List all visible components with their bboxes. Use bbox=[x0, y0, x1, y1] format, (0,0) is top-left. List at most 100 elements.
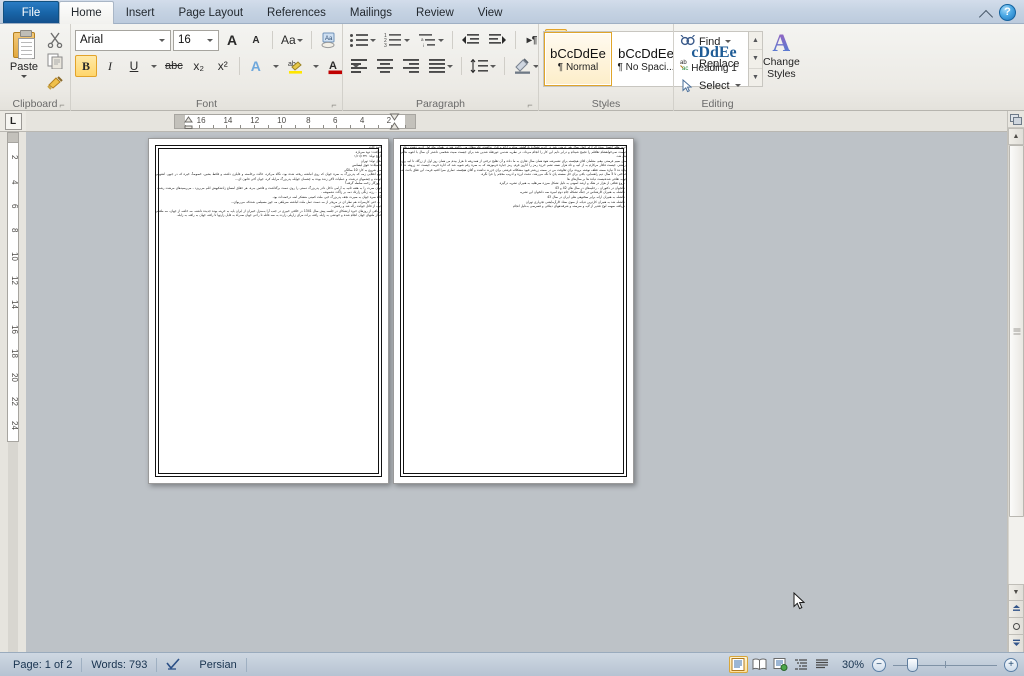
status-right: 30% − + bbox=[728, 656, 1020, 673]
tab-home[interactable]: Home bbox=[59, 1, 114, 24]
font-size-combo[interactable]: 16 bbox=[173, 29, 219, 51]
clipboard-dialog-launcher[interactable]: ⌐ bbox=[57, 100, 67, 110]
zoom-slider-handle[interactable] bbox=[907, 657, 918, 672]
font-name-combo[interactable]: Arial bbox=[75, 29, 171, 51]
page-1-text[interactable]: احمد حات شرافت: دوه سربازه تاریخ تولد: ۱/۱… bbox=[155, 145, 382, 477]
highlight-arrow[interactable] bbox=[309, 55, 322, 77]
ruler-tick-8: 8 bbox=[306, 116, 311, 125]
web-layout-view-button[interactable] bbox=[771, 656, 790, 673]
change-styles-button[interactable]: A Change Styles bbox=[763, 31, 800, 80]
subscript-button[interactable]: x₂ bbox=[188, 55, 210, 77]
text-effects-icon[interactable]: A bbox=[245, 55, 267, 77]
superscript-button[interactable]: x² bbox=[212, 55, 234, 77]
scroll-thumb[interactable] bbox=[1009, 145, 1024, 517]
replace-button[interactable]: ab ac Replace bbox=[678, 54, 739, 73]
line-spacing-icon[interactable] bbox=[467, 55, 499, 77]
tab-insert[interactable]: Insert bbox=[114, 1, 167, 23]
shrink-font-icon[interactable]: A bbox=[245, 29, 267, 51]
split-window-handle[interactable] bbox=[1008, 111, 1024, 128]
status-language[interactable]: Persian bbox=[190, 656, 245, 674]
paragraph-dialog-launcher[interactable]: ⌐ bbox=[525, 100, 535, 110]
font-dialog-launcher[interactable]: ⌐ bbox=[329, 100, 339, 110]
horizontal-ruler[interactable]: 16 14 12 10 8 6 4 2 bbox=[174, 114, 416, 129]
tab-selector[interactable]: L bbox=[0, 111, 26, 132]
document-page-1[interactable]: احمد حات شرافت: دوه سربازه تاریخ تولد: ۱/۱… bbox=[148, 138, 389, 484]
full-screen-reading-view-button[interactable] bbox=[750, 656, 769, 673]
change-styles-label-2: Styles bbox=[767, 68, 796, 80]
page-2-text[interactable]: حربه ظلم انتصار بوده که ازله جمل سال هم … bbox=[400, 145, 627, 477]
copy-icon[interactable] bbox=[46, 52, 66, 70]
underline-dropdown-arrow[interactable] bbox=[147, 55, 160, 77]
styles-dialog-launcher[interactable]: ⌐ bbox=[601, 100, 611, 110]
zoom-level-label[interactable]: 30% bbox=[834, 659, 870, 671]
status-words[interactable]: Words: 793 bbox=[82, 656, 156, 674]
right-indent-marker[interactable] bbox=[389, 113, 400, 133]
status-proofing[interactable] bbox=[157, 656, 190, 674]
scroll-down-button[interactable]: ▼ bbox=[1008, 584, 1024, 601]
multilevel-list-icon[interactable]: a i bbox=[415, 29, 447, 51]
help-icon[interactable]: ? bbox=[999, 4, 1016, 21]
style-no-spacing[interactable]: bCcDdEe ¶ No Spaci... bbox=[612, 32, 680, 86]
text-effects-arrow[interactable] bbox=[269, 55, 282, 77]
align-center-icon[interactable] bbox=[373, 55, 397, 77]
word-window: File Home Insert Page Layout References … bbox=[0, 0, 1024, 676]
font-size-arrow[interactable] bbox=[203, 38, 216, 42]
vertical-ruler[interactable]: 2 4 6 8 10 12 14 16 18 20 22 24 bbox=[0, 132, 26, 652]
decrease-indent-icon[interactable] bbox=[458, 29, 483, 51]
bold-button[interactable]: B bbox=[75, 55, 97, 77]
grow-font-icon[interactable]: A bbox=[221, 29, 243, 51]
style-normal-preview: bCcDdEe bbox=[550, 45, 606, 61]
underline-button[interactable]: U bbox=[123, 55, 145, 77]
cut-icon[interactable] bbox=[46, 31, 66, 49]
tab-review[interactable]: Review bbox=[404, 1, 466, 23]
style-normal[interactable]: bCcDdEe ¶ Normal bbox=[544, 32, 612, 86]
numbering-icon[interactable]: 1 2 3 bbox=[381, 29, 413, 51]
bullets-icon[interactable] bbox=[347, 29, 379, 51]
minimize-ribbon-icon[interactable] bbox=[979, 6, 993, 20]
next-page-button[interactable] bbox=[1008, 635, 1024, 652]
tab-page-layout[interactable]: Page Layout bbox=[166, 1, 255, 23]
vruler-tick-14: 14 bbox=[10, 300, 19, 310]
select-button[interactable]: Select bbox=[678, 76, 741, 95]
draft-view-button[interactable] bbox=[813, 656, 832, 673]
tab-references[interactable]: References bbox=[255, 1, 338, 23]
italic-button[interactable]: I bbox=[99, 55, 121, 77]
horizontal-ruler-row: 16 14 12 10 8 6 4 2 bbox=[26, 111, 1024, 132]
find-dropdown-arrow[interactable] bbox=[725, 40, 732, 43]
strikethrough-button[interactable]: abc bbox=[162, 55, 186, 77]
paste-dropdown-arrow[interactable] bbox=[21, 75, 27, 78]
select-dropdown-arrow[interactable] bbox=[734, 84, 741, 87]
tab-file[interactable]: File bbox=[3, 1, 59, 23]
text-highlight-icon[interactable]: ab bbox=[284, 55, 307, 77]
zoom-out-button[interactable]: − bbox=[872, 657, 886, 672]
vertical-scrollbar[interactable]: ▲ ▼ bbox=[1007, 111, 1024, 652]
clear-formatting-icon[interactable]: Aa bbox=[317, 29, 342, 51]
paste-button[interactable]: Paste bbox=[4, 28, 44, 78]
tab-view[interactable]: View bbox=[466, 1, 515, 23]
find-button[interactable]: Find bbox=[678, 32, 732, 51]
increase-indent-icon[interactable] bbox=[485, 29, 510, 51]
paste-label: Paste bbox=[9, 61, 39, 73]
tab-mailings[interactable]: Mailings bbox=[338, 1, 404, 23]
previous-page-button[interactable] bbox=[1008, 601, 1024, 618]
justify-icon[interactable] bbox=[425, 55, 456, 77]
scroll-up-button[interactable]: ▲ bbox=[1008, 128, 1024, 145]
font-name-arrow[interactable] bbox=[155, 38, 168, 42]
zoom-slider[interactable] bbox=[893, 657, 997, 672]
left-indent-marker[interactable] bbox=[184, 114, 193, 132]
outline-view-button[interactable] bbox=[792, 656, 811, 673]
format-painter-icon[interactable] bbox=[46, 73, 66, 91]
select-browse-object-button[interactable] bbox=[1008, 618, 1024, 635]
align-right-icon[interactable] bbox=[399, 55, 423, 77]
document-page-2[interactable]: حربه ظلم انتصار بوده که ازله جمل سال هم … bbox=[393, 138, 634, 484]
scroll-track[interactable] bbox=[1008, 145, 1024, 584]
group-label-editing: Editing bbox=[701, 98, 734, 110]
vruler-tick-2: 2 bbox=[10, 155, 19, 160]
zoom-in-button[interactable]: + bbox=[1004, 657, 1018, 672]
document-canvas[interactable]: احمد حات شرافت: دوه سربازه تاریخ تولد: ۱/۱… bbox=[26, 132, 1024, 652]
align-left-icon[interactable] bbox=[347, 55, 371, 77]
print-layout-view-button[interactable] bbox=[728, 656, 748, 673]
ribbon-tab-strip: File Home Insert Page Layout References … bbox=[0, 0, 1024, 24]
status-page[interactable]: Page: 1 of 2 bbox=[4, 656, 81, 674]
change-case-icon[interactable]: Aa bbox=[278, 29, 306, 51]
